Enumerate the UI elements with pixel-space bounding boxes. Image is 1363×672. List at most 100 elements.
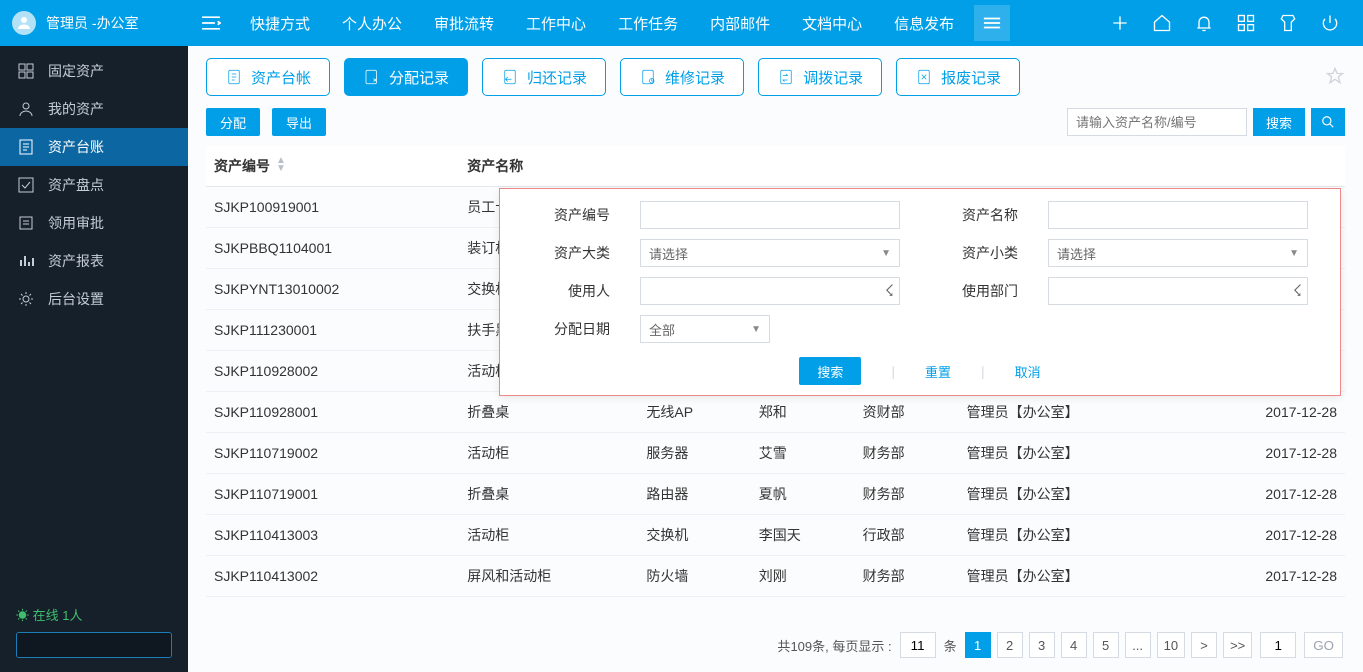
cell: 折叠桌 (459, 474, 638, 515)
page-button[interactable]: 10 (1157, 632, 1185, 658)
sidebar-item-asset-ledger[interactable]: 资产台账 (0, 128, 188, 166)
cell: 2017-12-28 (1188, 433, 1345, 474)
apps-icon[interactable] (1225, 0, 1267, 46)
main-panel: 资产台帐 分配记录 归还记录 维修记录 调拨记录 报废记录 (188, 46, 1363, 672)
sort-icon: ▲▼ (276, 157, 286, 173)
topbar-main: 快捷方式 个人办公 审批流转 工作中心 工作任务 内部邮件 文档中心 信息发布 (188, 0, 1363, 46)
adv-search-button[interactable]: 搜索 (799, 357, 861, 385)
asset-search-input[interactable] (1067, 108, 1247, 136)
tab-return-records[interactable]: 归还记录 (482, 58, 606, 96)
label-cat-big: 资产大类 (516, 243, 616, 263)
bell-icon[interactable] (1183, 0, 1225, 46)
topnav-item[interactable]: 文档中心 (786, 0, 878, 46)
page-button[interactable]: 3 (1029, 632, 1055, 658)
topbar-user[interactable]: 管理员 -办公室 (0, 11, 188, 35)
cell: SJKP110928001 (206, 392, 459, 433)
home-icon[interactable] (1141, 0, 1183, 46)
label-cat-small: 资产小类 (924, 243, 1024, 263)
page-button[interactable]: >> (1223, 632, 1252, 658)
field-asset-no[interactable] (640, 201, 900, 229)
cell: 夏帆 (751, 474, 855, 515)
cell: SJKP111230001 (206, 310, 459, 351)
tabs-row: 资产台帐 分配记录 归还记录 维修记录 调拨记录 报废记录 (188, 46, 1363, 96)
col-asset-no[interactable]: 资产编号▲▼ (206, 146, 459, 187)
page-button[interactable]: 4 (1061, 632, 1087, 658)
search-button[interactable]: 搜索 (1253, 108, 1305, 136)
tab-scrap-records[interactable]: 报废记录 (896, 58, 1020, 96)
page-button[interactable]: 5 (1093, 632, 1119, 658)
table-row[interactable]: SJKP110719002活动柜服务器艾雪财务部管理员【办公室】2017-12-… (206, 433, 1345, 474)
sidebar-item-inventory[interactable]: 资产盘点 (0, 166, 188, 204)
adv-reset-button[interactable]: 重置 (925, 362, 951, 381)
label-user: 使用人 (516, 281, 616, 301)
per-page-input[interactable] (900, 632, 936, 658)
col-asset-name[interactable]: 资产名称 (459, 146, 638, 187)
allocate-button[interactable]: 分配 (206, 108, 260, 136)
field-asset-name[interactable] (1048, 201, 1308, 229)
sidebar-item-fixed-assets[interactable]: 固定资产 (0, 52, 188, 90)
cell: SJKP110413003 (206, 515, 459, 556)
sidebar-item-report[interactable]: 资产报表 (0, 242, 188, 280)
plus-icon[interactable] (1099, 0, 1141, 46)
topnav-item[interactable]: 内部邮件 (694, 0, 786, 46)
topnav-more[interactable] (974, 5, 1010, 41)
tab-asset-ledger[interactable]: 资产台帐 (206, 58, 330, 96)
export-button[interactable]: 导出 (272, 108, 326, 136)
cell: 行政部 (855, 515, 959, 556)
adv-cancel-button[interactable]: 取消 (1015, 362, 1041, 381)
favorite-star[interactable] (1325, 66, 1345, 89)
select-alloc-date[interactable]: 全部▼ (640, 315, 770, 343)
user-picker-icon[interactable]: ☇ (1293, 281, 1302, 301)
sidebar-toggle[interactable] (188, 0, 234, 46)
module-icon (18, 63, 34, 79)
user-icon (18, 101, 34, 117)
theme-icon[interactable] (1267, 0, 1309, 46)
tab-repair-records[interactable]: 维修记录 (620, 58, 744, 96)
return-icon (501, 68, 519, 86)
user-picker-icon[interactable]: ☇ (885, 281, 894, 301)
page-button[interactable]: ... (1125, 632, 1151, 658)
page-button[interactable]: 1 (965, 632, 991, 658)
topnav-item[interactable]: 快捷方式 (234, 0, 326, 46)
cell: 交换机 (638, 515, 750, 556)
approve-icon (18, 215, 34, 231)
advanced-search-toggle[interactable] (1311, 108, 1345, 136)
power-icon[interactable] (1309, 0, 1351, 46)
cell: 李国天 (751, 515, 855, 556)
cell: SJKPBBQ1104001 (206, 228, 459, 269)
sidebar-item-approval[interactable]: 领用审批 (0, 204, 188, 242)
cell: 2017-12-28 (1188, 556, 1345, 597)
sidebar-item-my-assets[interactable]: 我的资产 (0, 90, 188, 128)
pagination-summary: 共109条, 每页显示 : (777, 636, 891, 655)
sidebar-search-input[interactable] (17, 633, 172, 657)
page-button[interactable]: > (1191, 632, 1217, 658)
table-row[interactable]: SJKP110928001折叠桌无线AP郑和资财部管理员【办公室】2017-12… (206, 392, 1345, 433)
table-row[interactable]: SJKP110719001折叠桌路由器夏帆财务部管理员【办公室】2017-12-… (206, 474, 1345, 515)
topnav-item[interactable]: 工作任务 (602, 0, 694, 46)
select-cat-small[interactable]: 请选择▼ (1048, 239, 1308, 267)
field-user[interactable] (640, 277, 900, 305)
page-button[interactable]: 2 (997, 632, 1023, 658)
table-row[interactable]: SJKP110413002屏风和活动柜防火墙刘刚财务部管理员【办公室】2017-… (206, 556, 1345, 597)
advanced-search-panel: 资产编号 资产名称 资产大类 请选择▼ 资产小类 请选择▼ 使用人 ☇ 使用部门… (499, 188, 1341, 396)
field-dept[interactable] (1048, 277, 1308, 305)
scrap-icon (915, 68, 933, 86)
page-go-button[interactable]: GO (1304, 632, 1343, 658)
topnav-item[interactable]: 工作中心 (510, 0, 602, 46)
topnav-item[interactable]: 信息发布 (878, 0, 970, 46)
topnav-item[interactable]: 个人办公 (326, 0, 418, 46)
cell: 刘刚 (751, 556, 855, 597)
select-cat-big[interactable]: 请选择▼ (640, 239, 900, 267)
cell: 服务器 (638, 433, 750, 474)
cell: 财务部 (855, 474, 959, 515)
sidebar-item-settings[interactable]: 后台设置 (0, 280, 188, 318)
cell: 管理员【办公室】 (959, 556, 1188, 597)
cell: 资财部 (855, 392, 959, 433)
page-go-input[interactable] (1260, 632, 1296, 658)
table-row[interactable]: SJKP110413003活动柜交换机李国天行政部管理员【办公室】2017-12… (206, 515, 1345, 556)
label-dept: 使用部门 (924, 281, 1024, 301)
tab-transfer-records[interactable]: 调拨记录 (758, 58, 882, 96)
topnav-item[interactable]: 审批流转 (418, 0, 510, 46)
cell: SJKPYNT13010002 (206, 269, 459, 310)
tab-allocation-records[interactable]: 分配记录 (344, 58, 468, 96)
